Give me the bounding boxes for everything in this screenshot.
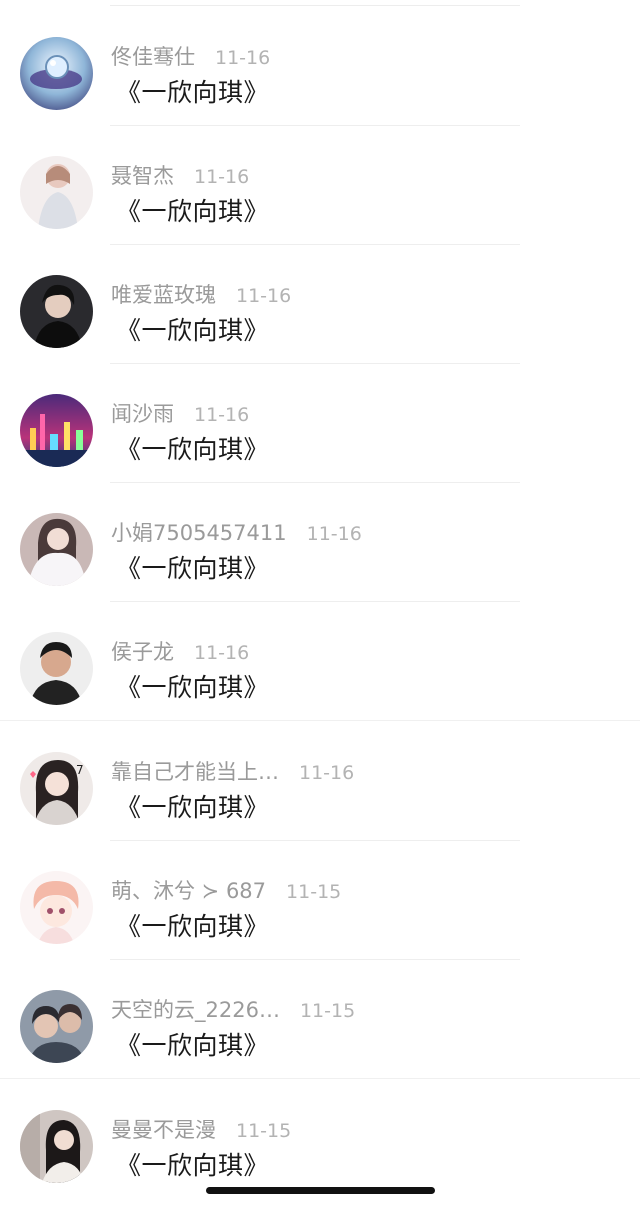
comment-row[interactable]: 天空的云_2226… 11-15 《一欣向琪》 — [0, 960, 640, 1079]
couple-avatar[interactable] — [20, 990, 93, 1063]
girl-light-avatar[interactable] — [20, 156, 93, 229]
comment-date: 11-16 — [236, 285, 292, 307]
comment-row[interactable]: 萌、沐兮 ≻ 687 11-15 《一欣向琪》 — [0, 841, 640, 960]
username[interactable]: 唯爱蓝玫瑰 — [111, 279, 216, 309]
comment-meta: 小娟7505457411 11-16 — [111, 517, 362, 545]
comment-meta: 萌、沐兮 ≻ 687 11-15 — [111, 875, 341, 903]
comment-content: 《一欣向琪》 — [116, 793, 270, 822]
comment-row[interactable]: 曼曼不是漫 11-15 《一欣向琪》 — [0, 1080, 640, 1199]
comment-date: 11-15 — [299, 1000, 356, 1022]
comment-content: 《一欣向琪》 — [116, 197, 270, 226]
girl-hearts-avatar[interactable]: 7 — [20, 752, 93, 825]
man-portrait-avatar[interactable] — [20, 632, 93, 705]
comment-row[interactable]: 佟佳骞仕 11-16 《一欣向琪》 — [0, 7, 640, 126]
anime-girl-avatar[interactable] — [20, 871, 93, 944]
comment-content: 《一欣向琪》 — [116, 316, 270, 345]
comment-content: 《一欣向琪》 — [116, 912, 270, 941]
comment-row[interactable]: 小娟7505457411 11-16 《一欣向琪》 — [0, 483, 640, 602]
svg-text:7: 7 — [76, 763, 84, 777]
comment-meta: 天空的云_2226… 11-15 — [111, 994, 355, 1022]
top-divider — [110, 5, 520, 6]
comment-row[interactable]: 闻沙雨 11-16 《一欣向琪》 — [0, 364, 640, 483]
comment-content: 《一欣向琪》 — [116, 435, 270, 464]
comment-meta: 靠自己才能当上… 11-16 — [111, 756, 354, 784]
comment-meta: 佟佳骞仕 11-16 — [111, 41, 270, 69]
row-divider — [0, 1078, 640, 1079]
comment-content: 《一欣向琪》 — [116, 1151, 270, 1180]
comment-date: 11-15 — [236, 1120, 292, 1142]
girl-mirror-avatar[interactable] — [20, 1110, 93, 1183]
username[interactable]: 闻沙雨 — [111, 398, 174, 428]
username[interactable]: 靠自己才能当上… — [111, 756, 279, 786]
comment-row[interactable]: 7 靠自己才能当上… 11-16 《一欣向琪》 — [0, 722, 640, 841]
comment-meta: 闻沙雨 11-16 — [111, 398, 249, 426]
city-night-avatar[interactable] — [20, 394, 93, 467]
username[interactable]: 天空的云_2226… — [111, 994, 280, 1024]
comment-meta: 唯爱蓝玫瑰 11-16 — [111, 279, 291, 307]
home-indicator[interactable] — [206, 1187, 435, 1194]
comment-meta: 聂智杰 11-16 — [111, 160, 249, 188]
comment-date: 11-16 — [299, 762, 355, 784]
comment-date: 11-16 — [194, 642, 250, 664]
comment-date: 11-16 — [215, 47, 271, 69]
comment-meta: 曼曼不是漫 11-15 — [111, 1114, 291, 1142]
comment-date: 11-16 — [194, 166, 250, 188]
username[interactable]: 萌、沐兮 ≻ 687 — [111, 875, 266, 905]
comment-content: 《一欣向琪》 — [116, 78, 270, 107]
username[interactable]: 曼曼不是漫 — [111, 1114, 216, 1144]
comment-meta: 侯子龙 11-16 — [111, 636, 249, 664]
username[interactable]: 侯子龙 — [111, 636, 174, 666]
comment-date: 11-16 — [194, 404, 250, 426]
girl-fur-avatar[interactable] — [20, 513, 93, 586]
username[interactable]: 聂智杰 — [111, 160, 174, 190]
comment-date: 11-16 — [306, 523, 362, 545]
comment-content: 《一欣向琪》 — [116, 673, 270, 702]
comment-date: 11-15 — [286, 881, 342, 903]
comment-content: 《一欣向琪》 — [116, 1031, 270, 1060]
username[interactable]: 小娟7505457411 — [111, 517, 287, 547]
username[interactable]: 佟佳骞仕 — [111, 41, 195, 71]
row-divider — [0, 720, 640, 721]
water-drop-avatar[interactable] — [20, 37, 93, 110]
comment-row[interactable]: 侯子龙 11-16 《一欣向琪》 — [0, 602, 640, 721]
man-dark-avatar[interactable] — [20, 275, 93, 348]
comment-content: 《一欣向琪》 — [116, 554, 270, 583]
comment-row[interactable]: 聂智杰 11-16 《一欣向琪》 — [0, 126, 640, 245]
comment-row[interactable]: 唯爱蓝玫瑰 11-16 《一欣向琪》 — [0, 245, 640, 364]
